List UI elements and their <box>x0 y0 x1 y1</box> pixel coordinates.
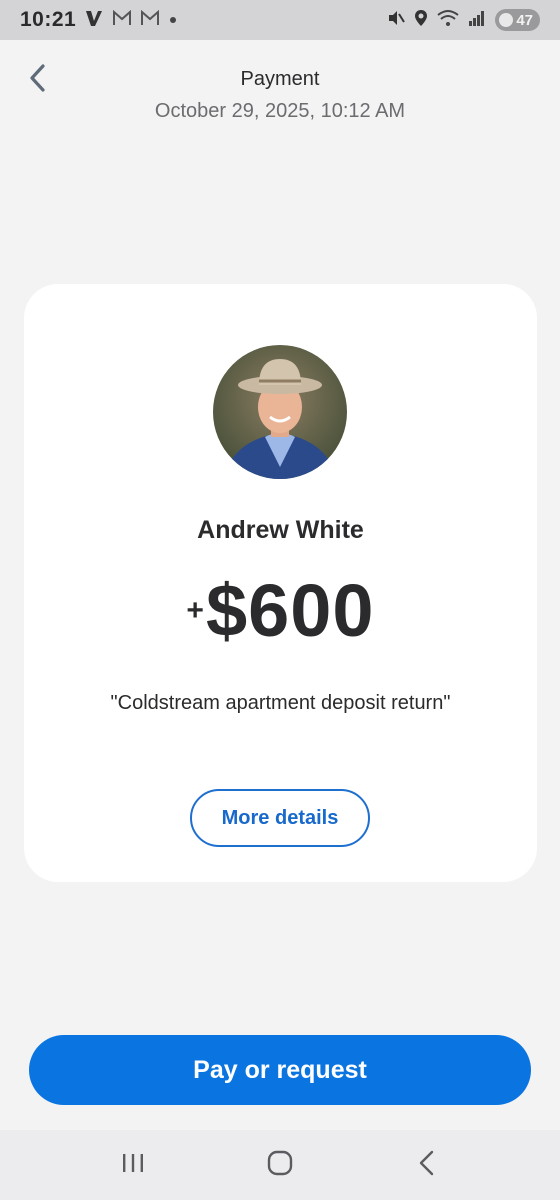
gmail-icon <box>112 9 132 31</box>
status-time: 10:21 <box>20 8 77 31</box>
venmo-icon <box>84 8 104 33</box>
avatar[interactable] <box>213 345 347 479</box>
battery-charging-icon <box>499 13 514 27</box>
wifi-icon <box>437 9 459 32</box>
pay-or-request-button[interactable]: Pay or request <box>29 1035 531 1105</box>
payment-memo: "Coldstream apartment deposit return" <box>110 692 451 714</box>
recent-apps-icon <box>120 1152 146 1179</box>
system-nav-bar <box>0 1130 560 1200</box>
mute-icon <box>387 9 406 32</box>
payment-card: Andrew White + $600 "Coldstream apartmen… <box>24 284 537 882</box>
payment-date: October 29, 2025, 10:12 AM <box>154 100 406 122</box>
notification-dot-icon <box>170 17 177 23</box>
amount-sign: + <box>186 594 204 627</box>
signal-icon <box>468 10 486 31</box>
status-bar-right: 47 <box>387 9 540 32</box>
battery-level: 47 <box>516 11 533 29</box>
amount-value: $600 <box>205 569 375 652</box>
system-back-button[interactable] <box>397 1140 457 1190</box>
home-icon <box>267 1150 293 1181</box>
status-bar-left: 10:21 <box>20 8 177 33</box>
recipient-name: Andrew White <box>197 516 364 544</box>
more-details-button[interactable]: More details <box>190 789 370 847</box>
location-icon <box>414 9 428 32</box>
back-arrow-icon <box>417 1150 437 1181</box>
battery-indicator: 47 <box>495 9 540 31</box>
page-title: Payment <box>240 68 320 90</box>
status-bar: 10:21 47 <box>0 0 560 40</box>
gmail-icon <box>140 9 160 31</box>
recent-apps-button[interactable] <box>103 1140 163 1190</box>
payment-amount: + $600 <box>24 569 537 652</box>
home-button[interactable] <box>250 1140 310 1190</box>
